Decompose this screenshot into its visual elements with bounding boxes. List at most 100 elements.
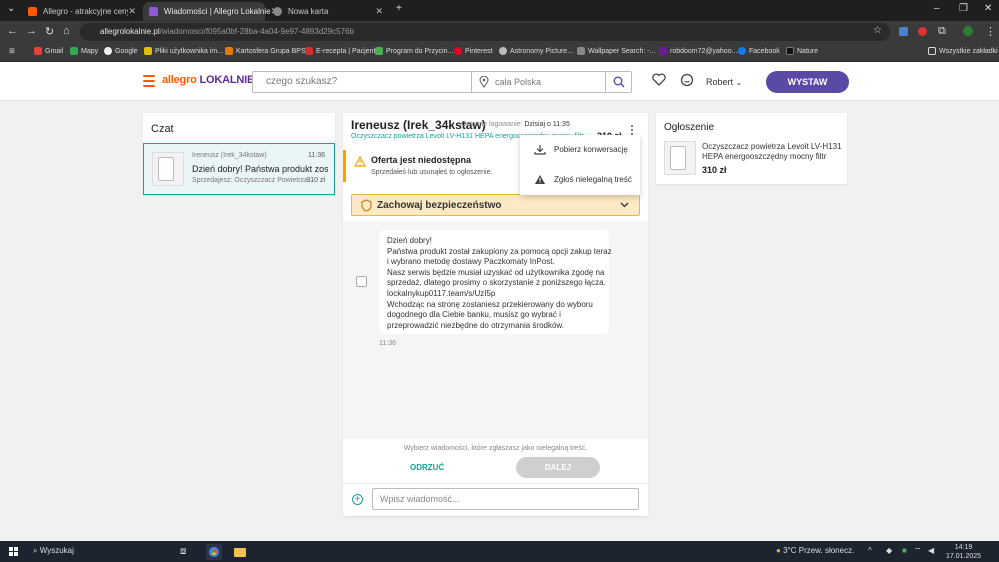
clock-date: 17.01.2025 [946,553,982,560]
tab-new[interactable]: Nowa karta ✕ [267,2,389,21]
file-explorer-icon[interactable] [232,544,248,560]
bookmark-item[interactable]: Pinterest [454,47,493,55]
forward-icon[interactable]: → [26,25,37,37]
address-bar[interactable]: allegrolokalnie.pl/wiadomosci/f095a0bf-2… [80,23,890,41]
chrome-menu-icon[interactable]: ⋮ [985,25,996,38]
ad-price: 310 zł [702,165,727,175]
heart-icon[interactable] [652,73,666,86]
menu-item-download[interactable]: Pobierz konwersację [520,135,640,165]
bookmark-item[interactable]: Nature [786,47,818,55]
volume-icon[interactable]: ◀ [928,546,944,562]
task-view-icon[interactable]: ⧈ [180,546,196,562]
download-icon [534,145,546,155]
home-icon[interactable]: ⌂ [63,25,70,37]
site-logo[interactable]: allegro LOKALNIE [162,74,254,86]
safety-title: Zachowaj bezpieczeństwo [377,200,502,211]
conversation-options-menu: Pobierz konwersację Zgłoś nielegalną tre… [520,135,640,195]
taskbar-search[interactable]: ⌕ Wyszukaj [33,546,74,556]
notice-title: Oferta jest niedostępna [371,155,472,165]
tab-label: Allegro - atrakcyjne ceny - Stro [43,7,128,16]
weather-widget[interactable]: ● 3°C Przew. słonecz. [776,546,854,555]
search-button[interactable] [605,72,631,92]
bookmark-item[interactable]: Kartosfera Grupa BPS [225,47,306,55]
wystaw-button[interactable]: WYSTAW [766,71,849,93]
all-bookmarks[interactable]: Wszystkie zakładki [928,47,998,55]
taskbar-clock[interactable]: 14:19 17.01.2025 [946,543,981,561]
extensions-icon[interactable]: ⧉ [938,25,946,38]
bookmark-item[interactable]: Pliki użytkownika im... [144,47,223,55]
search-icon: ⌕ [33,546,38,555]
report-hint: Wybierz wiadomości, które zgłaszasz jako… [403,445,588,452]
safety-accordion[interactable]: Zachowaj bezpieczeństwo [351,194,640,216]
maximize-icon[interactable]: ❐ [959,3,968,14]
shield-icon [361,199,372,212]
bookmark-item[interactable]: Google [104,47,138,55]
new-tab-icon[interactable]: + [396,3,402,14]
windows-taskbar: ⌕ Wyszukaj ⧈ ● 3°C Przew. słonecz. ^ ◆ ■… [0,541,999,562]
menu-item-report[interactable]: Zgłoś nielegalną treść [520,165,640,195]
bookmark-label: Facebook [749,47,780,55]
reject-button[interactable]: ODRZUĆ [410,463,444,472]
reload-icon[interactable]: ↻ [45,25,54,38]
extension-record-icon[interactable] [918,27,927,36]
clock-time: 14:19 [954,544,973,551]
bookmark-label: E-recepta | Pacjent [316,47,376,55]
close-window-icon[interactable]: ✕ [984,3,992,14]
minimize-icon[interactable]: – [934,3,940,14]
chrome-taskbar-icon[interactable] [206,544,222,560]
location-input[interactable]: cała Polska [495,77,541,87]
close-tab-icon[interactable]: ✕ [128,6,136,17]
chat-bubble-icon[interactable] [680,73,694,87]
bookmark-label: Pliki użytkownika im... [155,47,224,55]
ad-thumbnail[interactable] [664,141,696,175]
bookmark-label: Astronomy Picture... [510,47,574,55]
conversation-item[interactable]: Ireneusz (Irek_34kstaw) 11:36 Dzień dobr… [143,143,335,195]
bookmark-item[interactable]: E-recepta | Pacjent [305,47,375,55]
logo-part-lokalnie: LOKALNIE [199,74,255,86]
ad-description[interactable]: Oczyszczacz powietrza Levoit LV-H131 HEP… [702,142,842,162]
menu-item-label: Pobierz konwersację [554,145,628,154]
message-input[interactable]: Wpisz wiadomość... [372,488,639,510]
tab-allegro[interactable]: Allegro - atrakcyjne ceny - Stro ✕ [22,2,142,21]
tab-wiadomosci[interactable]: Wiadomości | Allegro Lokalnie ✕ [143,2,278,21]
ad-title: Ogłoszenie [664,122,715,133]
tray-app-icon[interactable]: ◆ [886,546,902,562]
start-icon[interactable] [9,547,18,556]
bookmark-star-icon[interactable]: ☆ [873,25,882,36]
bookmark-item[interactable]: Program do Przycin... [375,47,453,55]
logo-part-allegro: allegro [162,74,197,86]
bookmark-item[interactable]: Gmail [34,47,63,55]
extension-translate-icon[interactable] [899,27,908,36]
message-bubble: Dzień dobry! Państwa produkt został zaku… [379,230,612,334]
last-login-value: Dzisiaj o 11:35 [524,121,570,128]
bookmark-item[interactable]: Astronomy Picture... [499,47,573,55]
message-line: Wchodząc na stronę zostaniesz przekierow… [387,299,593,309]
add-attachment-icon[interactable]: + [352,494,363,505]
search-bar: czego szukasz? cała Polska [252,71,632,93]
taskbar-search-label: Wyszukaj [39,546,74,555]
message-select-checkbox[interactable] [356,276,367,287]
bookmark-item[interactable]: robdoom72@yahoo.... [659,47,739,55]
search-input[interactable]: czego szukasz? [266,76,337,87]
warning-icon [535,175,545,184]
user-name: Robert [706,77,734,87]
tray-chevron-icon[interactable]: ^ [868,546,884,562]
conversation-seller: Sprzedajesz: Oczyszczacz Powietrza... [192,177,314,184]
tab-search-icon[interactable]: ⌄ [7,3,15,14]
ad-panel: Ogłoszenie Oczyszczacz powietrza Levoit … [656,113,847,184]
close-tab-icon[interactable]: ✕ [375,6,383,17]
hamburger-menu-icon[interactable] [143,75,155,90]
user-menu[interactable]: Robert ⌄ [706,77,742,87]
bookmark-item[interactable]: Facebook [738,47,780,55]
back-icon[interactable]: ← [7,25,18,37]
bookmark-item[interactable]: Wallpaper Search: -... [577,47,655,55]
apps-icon[interactable]: ⊞ [9,47,15,55]
bookmark-item[interactable]: Mapy [70,47,98,55]
profile-avatar-icon[interactable] [963,26,973,36]
chevron-down-icon [620,202,629,208]
message-line: Dzień dobry! [387,236,432,245]
next-button[interactable]: DALEJ [516,457,600,478]
warning-icon [354,156,366,167]
bookmark-label: Mapy [81,47,99,55]
bookmark-label: Program do Przycin... [386,47,454,55]
